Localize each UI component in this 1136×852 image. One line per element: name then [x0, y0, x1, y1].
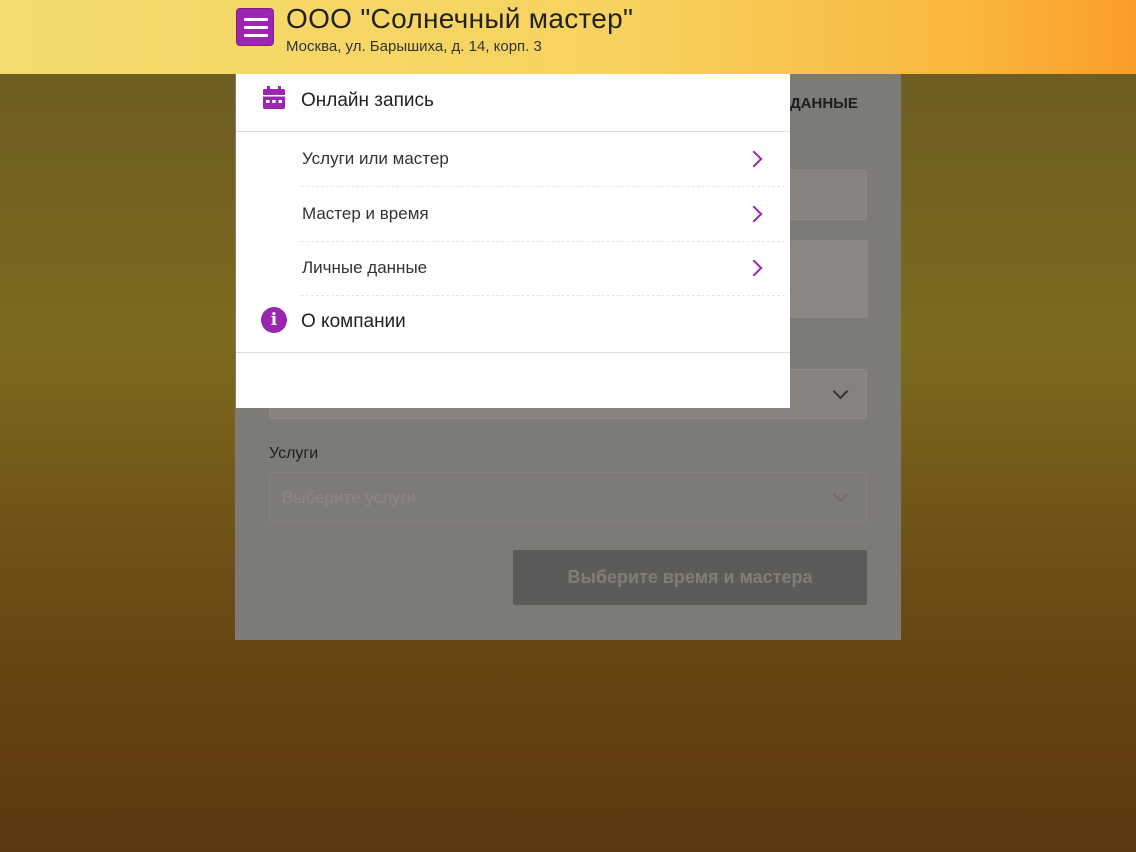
menu-item-label: Личные данные: [302, 258, 428, 277]
services-select[interactable]: Выберите услуги: [269, 472, 867, 522]
company-address: Москва, ул. Барышиха, д. 14, корп. 3: [286, 38, 542, 55]
menu-item-label: Мастер и время: [302, 204, 429, 223]
info-block: [780, 240, 868, 318]
company-name: ООО "Солнечный мастер": [286, 3, 634, 34]
menu-item-master-and-time[interactable]: Мастер и время: [301, 187, 785, 242]
menu-item-personal-data[interactable]: Личные данные: [301, 241, 785, 296]
calendar-icon: [263, 86, 285, 109]
tab-personal-data[interactable]: ДАННЫЕ: [790, 95, 858, 112]
menu-item-about-company[interactable]: i О компании: [236, 295, 790, 353]
menu-item-services-or-master[interactable]: Услуги или мастер: [301, 132, 785, 187]
menu-item-label: Услуги или мастер: [302, 149, 449, 168]
services-placeholder: Выберите услуги: [282, 488, 417, 507]
chevron-right-icon: [745, 150, 763, 168]
chevron-down-icon: [832, 486, 849, 503]
menu-item-online-booking[interactable]: Онлайн запись: [236, 74, 790, 132]
services-label: Услуги: [269, 445, 319, 462]
select-time-and-master-button[interactable]: Выберите время и мастера: [513, 550, 867, 605]
chevron-down-icon: [832, 383, 849, 400]
navigation-drawer: Онлайн запись Услуги или мастер Мастер и…: [236, 74, 790, 408]
menu-item-label: Онлайн запись: [301, 90, 434, 111]
chevron-right-icon: [745, 205, 763, 223]
info-icon: i: [261, 307, 287, 333]
hamburger-menu-icon[interactable]: [236, 8, 274, 46]
top-header: ООО "Солнечный мастер" Москва, ул. Барыш…: [0, 0, 1136, 74]
name-input[interactable]: [780, 170, 867, 220]
chevron-right-icon: [745, 259, 763, 277]
menu-item-label: О компании: [301, 311, 406, 332]
